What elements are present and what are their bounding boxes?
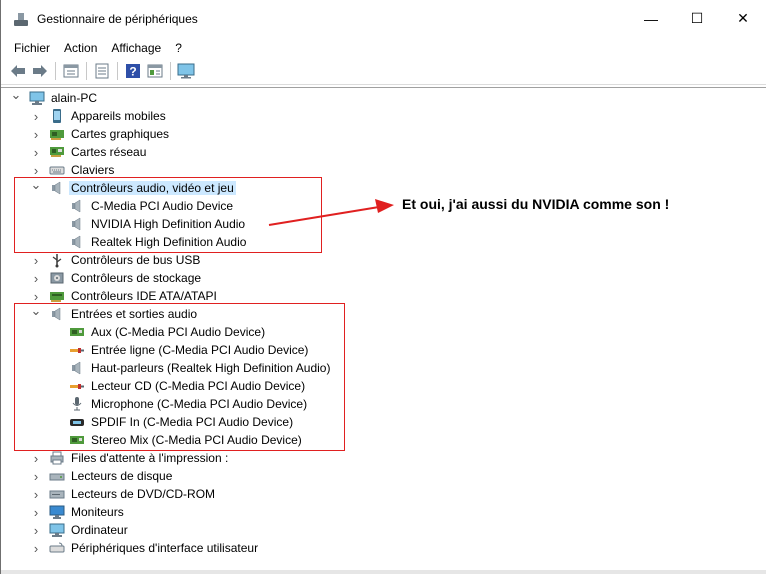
device-tree: ⌄ alain-PC › Appareils mobiles › Cartes graph… [1,87,766,574]
menu-bar: Fichier Action Affichage ? [1,37,766,58]
toolbar-separator [86,62,87,80]
expand-chevron-icon[interactable]: › [29,451,43,466]
tree-item-label: Claviers [71,163,115,177]
expand-chevron-icon[interactable]: › [29,163,43,178]
tree-item-label: alain-PC [51,91,98,105]
toolbar: ? [1,58,766,85]
annotation-text: Et oui, j'ai aussi du NVIDIA comme son ! [402,196,670,212]
dvd-icon [49,486,65,502]
tree-item-peripheriques-d-interface-utilisateur[interactable]: › Périphériques d'interface utilisateur [29,539,260,557]
tree-item-label: Contrôleurs de stockage [71,271,202,285]
devices-icon[interactable] [91,60,113,82]
expand-chevron-icon[interactable]: › [29,541,43,556]
tree-item-lecteurs-de-dvd-cd-rom[interactable]: › Lecteurs de DVD/CD-ROM [29,485,217,503]
expand-chevron-icon[interactable]: › [29,271,43,286]
expand-chevron-icon[interactable]: › [29,109,43,124]
tree-item-label: Lecteurs de disque [71,469,173,483]
storage-icon [49,270,65,286]
tree-item-label: Cartes réseau [71,145,147,159]
tree-item-label: Périphériques d'interface utilisateur [71,541,259,555]
svg-text:?: ? [129,65,136,79]
menu-affichage[interactable]: Affichage [104,41,168,55]
maximize-button[interactable]: ☐ [674,0,720,37]
toolbar-separator [170,62,171,80]
tree-item-controleurs-de-bus-usb[interactable]: › Contrôleurs de bus USB [29,251,202,269]
expand-chevron-icon[interactable]: › [29,523,43,538]
tree-item-label: Ordinateur [71,523,128,537]
toolbar-separator [117,62,118,80]
minimize-button[interactable]: — [628,0,674,37]
tree-item-controleurs-de-stockage[interactable]: › Contrôleurs de stockage [29,269,203,287]
expand-chevron-icon[interactable]: › [29,253,43,268]
menu-action[interactable]: Action [57,41,104,55]
expand-chevron-icon[interactable]: › [29,289,43,304]
highlight-box [14,177,322,253]
hid-icon [49,540,65,556]
tree-item-appareils-mobiles[interactable]: › Appareils mobiles [29,107,168,125]
expand-chevron-icon[interactable]: › [29,487,43,502]
menu-fichier[interactable]: Fichier [7,41,57,55]
phone-icon [49,108,65,124]
title-bar: Gestionnaire de périphériques — ☐ ✕ [1,0,766,37]
usb-icon [49,252,65,268]
tree-item-label: Contrôleurs de bus USB [71,253,201,267]
close-button[interactable]: ✕ [720,0,766,37]
tree-item-lecteurs-de-disque[interactable]: › Lecteurs de disque [29,467,174,485]
display-adapter-icon [49,126,65,142]
forward-icon[interactable] [29,60,51,82]
computer-icon [29,90,45,106]
tree-item-files-d-attente-a-l-impression[interactable]: › Files d'attente à l'impression : [29,449,230,467]
computer-icon [49,522,65,538]
ide-icon [49,288,65,304]
tree-item-label: Appareils mobiles [71,109,166,123]
tree-item-alain-pc[interactable]: ⌄ alain-PC [9,87,99,107]
collapse-chevron-icon[interactable]: ⌄ [9,87,23,102]
menu-help[interactable]: ? [168,41,189,55]
device-manager-window: Gestionnaire de périphériques — ☐ ✕ Fich… [0,0,766,574]
disk-icon [49,468,65,484]
device-manager-icon [13,11,29,27]
expand-chevron-icon[interactable]: › [29,469,43,484]
tree-item-cartes-reseau[interactable]: › Cartes réseau [29,143,148,161]
back-icon[interactable] [7,60,29,82]
tree-item-ordinateur[interactable]: › Ordinateur [29,521,130,539]
toolbar-separator [55,62,56,80]
expand-chevron-icon[interactable]: › [29,127,43,142]
network-icon [49,144,65,160]
tree-item-label: Moniteurs [71,505,124,519]
tree-item-label: Contrôleurs IDE ATA/ATAPI [71,289,217,303]
tree-item-cartes-graphiques[interactable]: › Cartes graphiques [29,125,171,143]
expand-chevron-icon[interactable]: › [29,145,43,160]
monitor-icon [49,504,65,520]
tree-item-label: Cartes graphiques [71,127,170,141]
tree-item-label: Files d'attente à l'impression : [71,451,229,465]
expand-chevron-icon[interactable]: › [29,505,43,520]
horizontal-scrollbar[interactable] [1,570,766,574]
monitor-scan-icon[interactable] [175,60,197,82]
properties-icon[interactable] [60,60,82,82]
highlight-box [14,303,345,451]
help-icon[interactable]: ? [122,60,144,82]
tree-item-label: Lecteurs de DVD/CD-ROM [71,487,216,501]
keyboard-icon [49,162,65,178]
printer-icon [49,450,65,466]
view-icon[interactable] [144,60,166,82]
tree-item-moniteurs[interactable]: › Moniteurs [29,503,126,521]
window-title: Gestionnaire de périphériques [37,11,198,26]
